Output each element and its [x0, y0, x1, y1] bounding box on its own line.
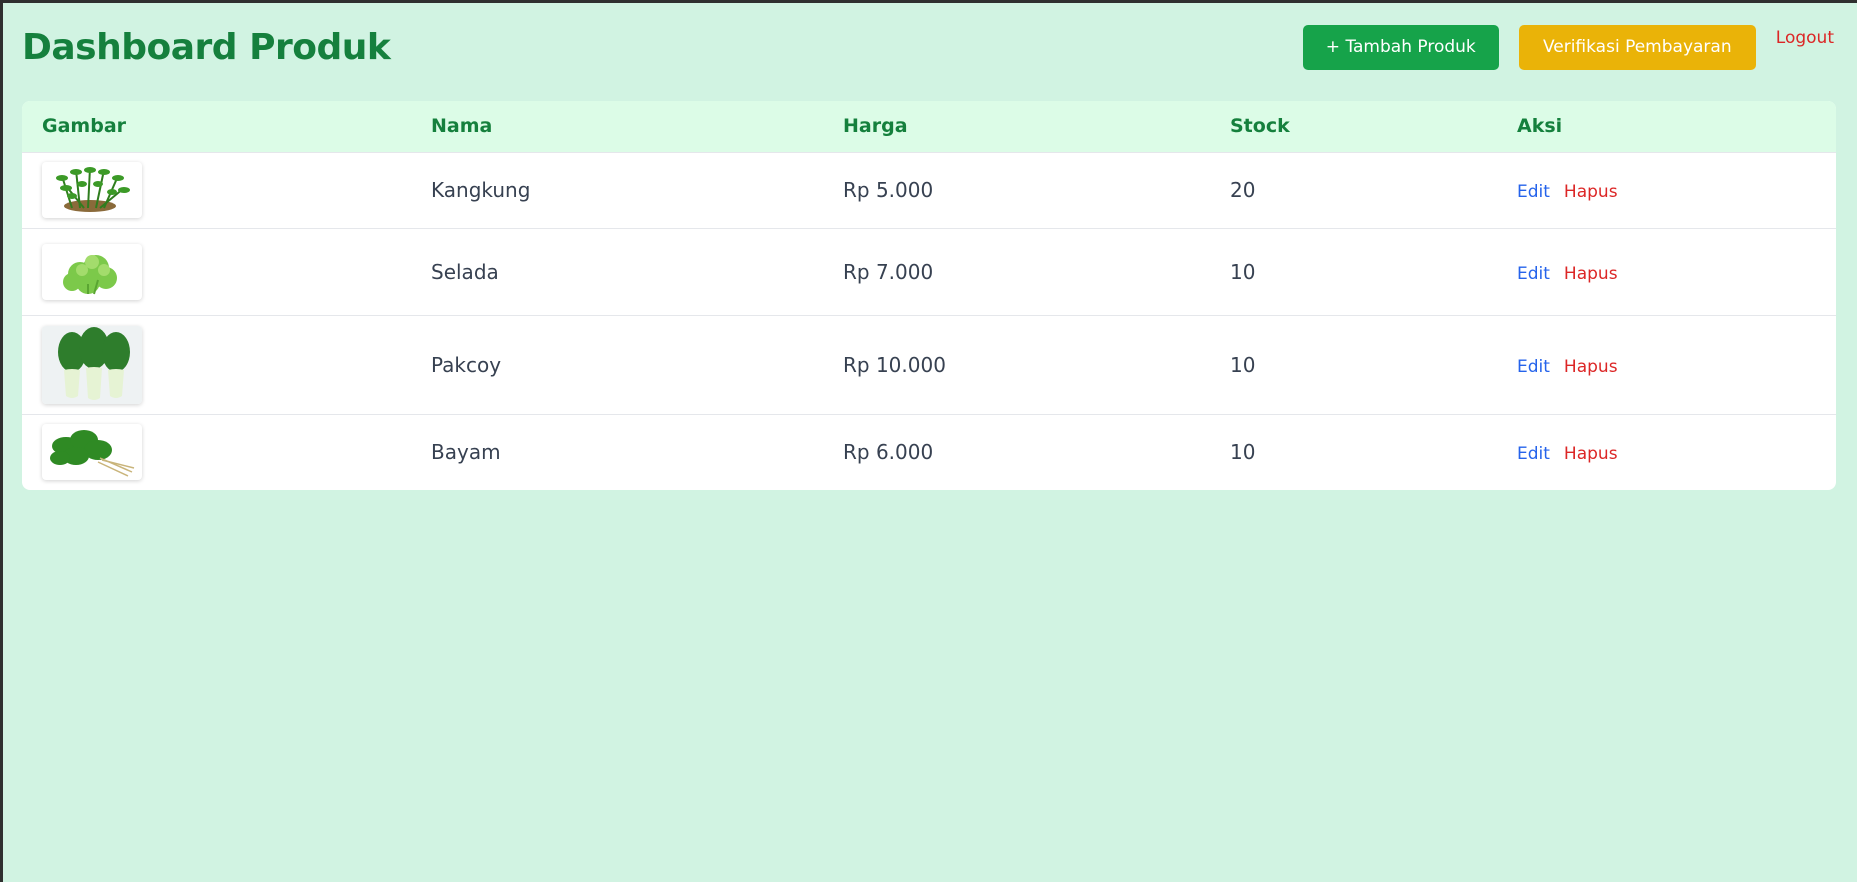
delete-link[interactable]: Hapus [1564, 357, 1618, 377]
product-image-pakcoy [42, 325, 142, 404]
column-header-price: Harga [843, 115, 908, 138]
edit-link[interactable]: Edit [1517, 264, 1550, 284]
logout-link[interactable]: Logout [1776, 28, 1834, 48]
column-header-actions: Aksi [1517, 115, 1563, 138]
header-actions: + Tambah Produk Verifikasi Pembayaran Lo… [1302, 24, 1834, 70]
product-name: Pakcoy [431, 352, 502, 377]
image-cell [22, 315, 411, 414]
product-name: Bayam [431, 440, 501, 465]
actions-cell: Edit Hapus [1497, 152, 1836, 228]
page-title: Dashboard Produk [22, 26, 391, 68]
actions-cell: Edit Hapus [1497, 315, 1836, 414]
table-row: Pakcoy Rp 10.000 10 Edit Hapus [22, 315, 1836, 414]
delete-link[interactable]: Hapus [1564, 264, 1618, 284]
table-row: Selada Rp 7.000 10 Edit Hapus [22, 228, 1836, 315]
product-price: Rp 7.000 [843, 259, 934, 284]
column-header-name: Nama [431, 115, 493, 138]
edit-link[interactable]: Edit [1517, 182, 1550, 202]
product-price: Rp 10.000 [843, 352, 946, 377]
product-image-selada [42, 243, 142, 300]
column-header-stock: Stock [1230, 115, 1290, 138]
table-header-row: Gambar Nama Harga Stock Aksi [22, 101, 1836, 152]
product-image-kangkung [42, 162, 142, 218]
product-name: Kangkung [431, 178, 531, 202]
actions-cell: Edit Hapus [1497, 228, 1836, 315]
delete-link[interactable]: Hapus [1564, 182, 1618, 202]
product-stock: 10 [1230, 352, 1256, 377]
image-cell [22, 228, 411, 315]
image-cell [22, 414, 411, 490]
product-image-bayam [42, 424, 142, 481]
product-name: Selada [431, 259, 499, 284]
product-table: Gambar Nama Harga Stock Aksi Kangkung Rp… [22, 101, 1836, 490]
delete-link[interactable]: Hapus [1564, 444, 1618, 464]
verify-payment-button[interactable]: Verifikasi Pembayaran [1518, 24, 1756, 70]
edit-link[interactable]: Edit [1517, 444, 1550, 464]
edit-link[interactable]: Edit [1517, 357, 1550, 377]
table-row: Bayam Rp 6.000 10 Edit Hapus [22, 414, 1836, 490]
product-stock: 20 [1230, 178, 1256, 202]
table-row: Kangkung Rp 5.000 20 Edit Hapus [22, 152, 1836, 228]
add-product-button[interactable]: + Tambah Produk [1302, 24, 1499, 70]
product-table-card: Gambar Nama Harga Stock Aksi Kangkung Rp… [22, 101, 1836, 490]
page-header: Dashboard Produk + Tambah Produk Verifik… [22, 21, 1834, 73]
product-price: Rp 5.000 [843, 178, 934, 202]
product-price: Rp 6.000 [843, 440, 934, 465]
product-stock: 10 [1230, 259, 1256, 284]
product-stock: 10 [1230, 440, 1256, 465]
actions-cell: Edit Hapus [1497, 414, 1836, 490]
column-header-image: Gambar [42, 115, 127, 138]
image-cell [22, 152, 411, 228]
